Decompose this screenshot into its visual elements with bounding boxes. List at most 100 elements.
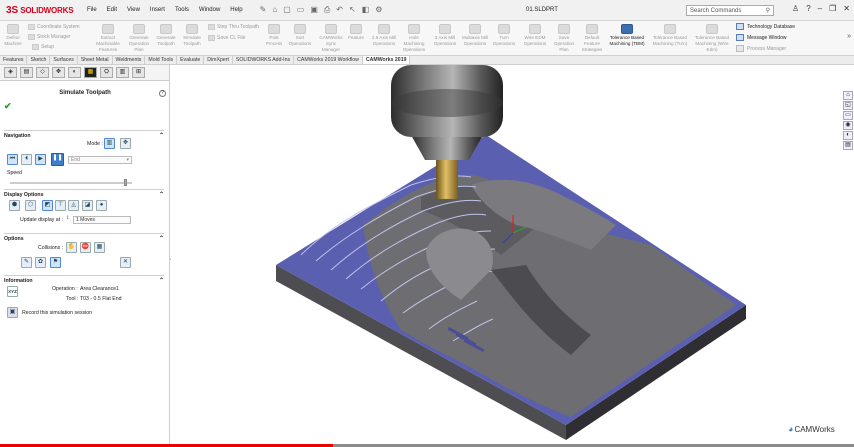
mode-toolpath-icon[interactable]: ▥: [104, 138, 115, 149]
ribbon-turn[interactable]: Turn Operations: [492, 24, 516, 47]
solidworks-logo[interactable]: 3S SOLIDWORKS: [6, 5, 76, 16]
display-options-heading[interactable]: Display Options ⌃: [4, 190, 164, 198]
collapse-icon[interactable]: ⌃: [159, 132, 164, 139]
print-icon[interactable]: ⎙: [324, 5, 330, 15]
collision-list-icon[interactable]: ▦: [94, 242, 105, 253]
ribbon-25axis[interactable]: 2.5 Axis Mill Operations: [371, 24, 397, 47]
stock-display-icon[interactable]: ⬢: [9, 200, 20, 211]
ribbon-expand-icon[interactable]: »: [847, 33, 851, 40]
tool-holder-icon[interactable]: ⊤: [55, 200, 66, 211]
step-back-icon[interactable]: ⏴: [21, 154, 32, 165]
graphics-area[interactable]: ⌂ ◱ ▭ ◉ ◐ ▤: [171, 65, 854, 445]
ribbon-default-strategies[interactable]: Default Feature Strategies: [579, 24, 605, 53]
view-list-icon[interactable]: ▤: [843, 141, 853, 150]
tab-evaluate[interactable]: Evaluate: [177, 56, 205, 64]
speed-slider-thumb[interactable]: [123, 179, 127, 186]
options-heading[interactable]: Options ⌃: [4, 234, 164, 242]
shaded-icon[interactable]: ◩: [42, 200, 53, 211]
record-label[interactable]: Record this simulation session: [22, 310, 92, 316]
ribbon-generate-plan[interactable]: Generate Operation Plan: [125, 24, 153, 53]
feature-manager-tab-icon[interactable]: ◈: [4, 67, 17, 78]
ribbon-hole-machining[interactable]: Hole Machining Operations: [399, 24, 429, 53]
ribbon-define-machine[interactable]: Define Machine: [2, 24, 24, 47]
ribbon-multiaxis[interactable]: Multiaxis Mill Operations: [461, 24, 489, 47]
rebuild-icon[interactable]: ◧: [362, 5, 370, 15]
ribbon-tbm-turn[interactable]: Tolerance Based Machining (Turn): [651, 24, 689, 47]
play-icon[interactable]: ▶: [35, 154, 46, 165]
information-heading[interactable]: Information ⌃: [4, 276, 164, 284]
gouge-icon[interactable]: ⚑: [50, 257, 61, 268]
menu-view[interactable]: View: [127, 7, 140, 13]
undo-icon[interactable]: ↶: [336, 5, 343, 15]
select-icon[interactable]: ↖: [349, 5, 356, 15]
ribbon-simulate-toolpath[interactable]: Simulate Toolpath: [179, 24, 205, 47]
run-to-dropdown[interactable]: End ▾: [68, 156, 132, 164]
help-icon[interactable]: ?: [159, 90, 166, 97]
collapse-icon[interactable]: ⌃: [159, 277, 164, 284]
ribbon-process-manager[interactable]: Process Manager: [736, 45, 786, 52]
ribbon-post-process[interactable]: Post Process: [262, 24, 286, 47]
ribbon-save-cl[interactable]: Save CL File: [208, 35, 245, 41]
tab-addins[interactable]: SOLIDWORKS Add-Ins: [233, 56, 295, 64]
menu-help[interactable]: Help: [230, 7, 242, 13]
ribbon-extract-features[interactable]: Extract Machinable Features: [92, 24, 124, 53]
cam-feature-tab-icon[interactable]: ▦: [84, 67, 97, 78]
view-home-icon[interactable]: ⌂: [843, 91, 853, 100]
ribbon-coordinate-system[interactable]: Coordinate System: [28, 24, 80, 30]
rewind-icon[interactable]: ⏮: [7, 154, 18, 165]
ribbon-stock-manager[interactable]: Stock Manager: [28, 34, 71, 40]
search-box[interactable]: Search Commands ⚲: [686, 5, 774, 16]
speed-slider-track[interactable]: [10, 182, 132, 184]
show-tool-icon[interactable]: ✎: [21, 257, 32, 268]
mode-tool-icon[interactable]: ✥: [120, 138, 131, 149]
update-display-field[interactable]: 1 Moves: [73, 216, 131, 224]
tab-mold-tools[interactable]: Mold Tools: [145, 56, 178, 64]
view-appearance-icon[interactable]: ◉: [843, 121, 853, 130]
ribbon-3axis[interactable]: 3 Axis Mill Operations: [431, 24, 459, 47]
help-icon[interactable]: ?: [806, 4, 810, 13]
config-manager-tab-icon[interactable]: ◇: [36, 67, 49, 78]
record-icon[interactable]: ▣: [7, 307, 18, 318]
save-icon[interactable]: ▣: [310, 5, 318, 15]
navigation-heading[interactable]: Navigation ⌃: [4, 131, 164, 139]
section-view-icon[interactable]: ◪: [82, 200, 93, 211]
xyz-icon[interactable]: XYZ: [7, 286, 18, 297]
ribbon-setup[interactable]: Setup: [32, 44, 54, 50]
restore-icon[interactable]: ❐: [829, 4, 836, 13]
options-icon[interactable]: ⚙: [375, 5, 382, 15]
close-icon[interactable]: ✕: [843, 4, 850, 13]
tab-sheet-metal[interactable]: Sheet Metal: [78, 56, 113, 64]
menu-window[interactable]: Window: [199, 7, 220, 13]
tab-sketch[interactable]: Sketch: [27, 56, 51, 64]
collapse-icon[interactable]: ⌃: [159, 235, 164, 242]
menu-file[interactable]: File: [87, 7, 97, 13]
open-icon[interactable]: ▭: [297, 5, 305, 15]
ribbon-tbm[interactable]: Tolerance Based Machining (TBM): [607, 24, 647, 47]
cam-tools-tab-icon[interactable]: ▥: [116, 67, 129, 78]
tab-surfaces[interactable]: Surfaces: [50, 56, 78, 64]
collision-holder-icon[interactable]: ⛔: [80, 242, 91, 253]
view-orient-icon[interactable]: ◱: [843, 101, 853, 110]
tab-weldments[interactable]: Weldments: [113, 56, 146, 64]
cam-operation-tab-icon[interactable]: ⛭: [100, 67, 113, 78]
tab-features[interactable]: Features: [0, 56, 28, 64]
display-manager-tab-icon[interactable]: ◐: [68, 67, 81, 78]
ribbon-generate-toolpath[interactable]: Generate Toolpath: [153, 24, 179, 47]
collapse-icon[interactable]: ⌃: [159, 191, 164, 198]
user-icon[interactable]: ♙: [792, 4, 799, 13]
ribbon-tbm-wire[interactable]: Tolerance Based Machining (Wire Edm): [692, 24, 732, 53]
view-folder-icon[interactable]: ▭: [843, 111, 853, 120]
tab-dimxpert[interactable]: DimXpert: [204, 56, 233, 64]
pin-icon[interactable]: ✎: [260, 5, 267, 15]
show-path-icon[interactable]: ✿: [35, 257, 46, 268]
dimxpert-tab-icon[interactable]: ✥: [52, 67, 65, 78]
ribbon-sort-operations[interactable]: Sort Operations: [287, 24, 313, 47]
view-scene-icon[interactable]: ◐: [843, 131, 853, 140]
part-display-icon[interactable]: ⬡: [25, 200, 36, 211]
transparency-icon[interactable]: ◬: [68, 200, 79, 211]
ribbon-sync-manager[interactable]: CAMWorks Sync Manager: [317, 24, 345, 53]
ribbon-step-thru[interactable]: Step Thru Toolpath: [208, 24, 259, 30]
settings-tools-icon[interactable]: ✕: [120, 257, 131, 268]
search-icon[interactable]: ⚲: [766, 7, 770, 14]
menu-insert[interactable]: Insert: [150, 7, 165, 13]
